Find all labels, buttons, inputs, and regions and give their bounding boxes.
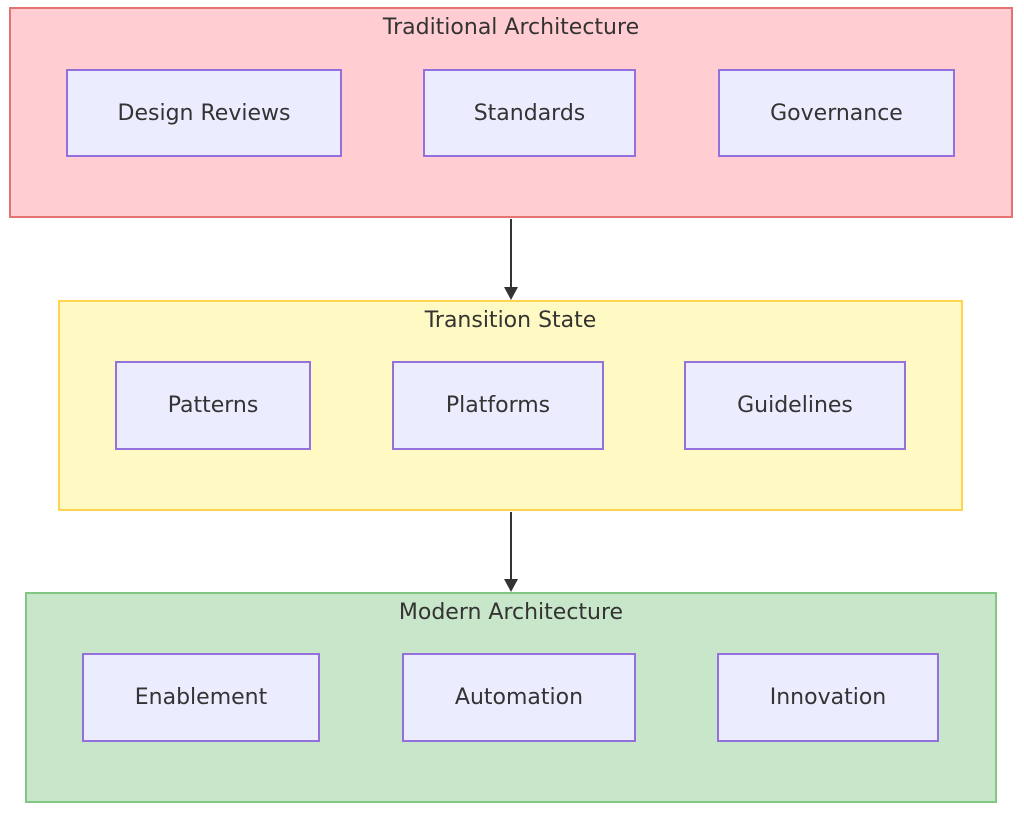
edges-layer (504, 219, 518, 592)
arrowhead-icon (504, 579, 518, 592)
arrowhead-icon (504, 287, 518, 300)
